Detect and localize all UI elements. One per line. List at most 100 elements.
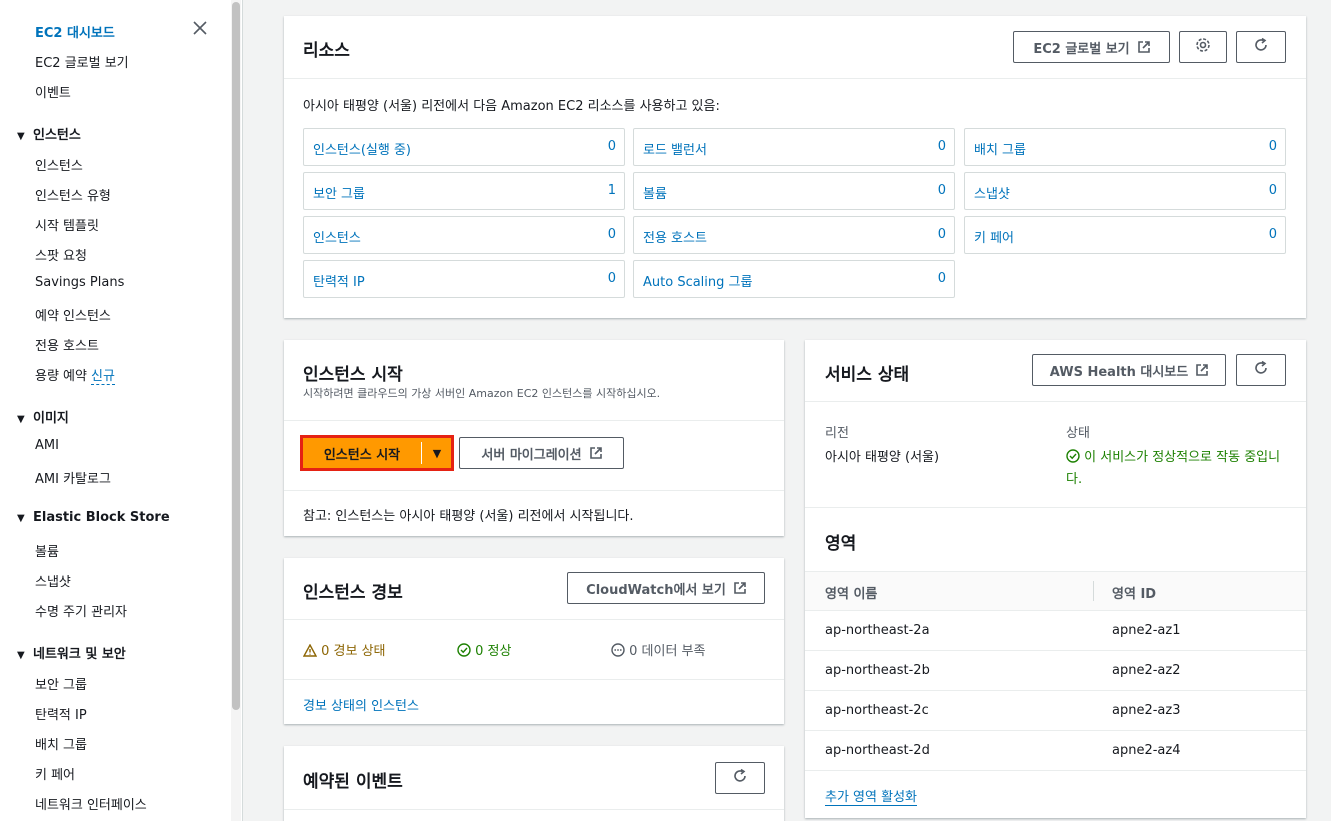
- external-link-icon: [1137, 41, 1150, 53]
- sidebar-item-savings-plans[interactable]: Savings Plans: [35, 275, 124, 290]
- sidebar-item-ami-catalog[interactable]: AMI 카탈로그: [35, 468, 111, 487]
- status-value-cont: 다.: [1066, 472, 1083, 487]
- launch-instance-subtitle: 시작하려면 클라우드의 가상 서버인 Amazon EC2 인스턴스를 시작하십…: [303, 387, 661, 400]
- caret-down-icon: ▼: [17, 650, 25, 661]
- sidebar-item-dedicated-hosts[interactable]: 전용 호스트: [35, 335, 99, 354]
- row-divider: [805, 770, 1306, 771]
- scheduled-events-title: 예약된 이벤트: [303, 772, 403, 792]
- refresh-health-button[interactable]: [1236, 354, 1286, 386]
- check-circle-icon: [1066, 449, 1080, 465]
- region-value: 아시아 태평양 (서울): [825, 450, 940, 465]
- resource-snapshots[interactable]: 스냅샷 0: [964, 172, 1286, 210]
- alarms-divider-bottom: [284, 679, 784, 680]
- resources-title: 리소스: [303, 41, 350, 61]
- instances-in-alarm-link[interactable]: 경보 상태의 인스턴스: [303, 695, 419, 714]
- service-health-title: 서비스 상태: [825, 365, 910, 385]
- refresh-resources-button[interactable]: [1236, 31, 1286, 63]
- alarm-state-count[interactable]: 0 경보 상태: [302, 640, 386, 659]
- launch-divider-bottom: [284, 490, 784, 491]
- sidebar-item-ec2-dashboard[interactable]: EC2 대시보드: [35, 22, 115, 41]
- resource-placement-groups[interactable]: 배치 그룹 0: [964, 128, 1286, 166]
- sidebar-item-events[interactable]: 이벤트: [35, 82, 71, 101]
- sidebar-group-ebs[interactable]: ▼ Elastic Block Store: [17, 510, 170, 525]
- sidebar-item-ami[interactable]: AMI: [35, 438, 59, 453]
- row-divider: [805, 730, 1306, 731]
- resource-security-groups[interactable]: 보안 그룹 1: [303, 172, 625, 210]
- sidebar-item-placement-groups[interactable]: 배치 그룹: [35, 734, 87, 753]
- aws-health-dashboard-button[interactable]: AWS Health 대시보드: [1032, 354, 1226, 386]
- sidebar-item-lifecycle-manager[interactable]: 수명 주기 관리자: [35, 601, 127, 620]
- check-circle-icon: [457, 643, 471, 659]
- zone-id-cell: apne2-az4: [1112, 743, 1181, 758]
- caret-down-icon: ▼: [17, 513, 25, 524]
- launch-button-separator: [421, 442, 422, 464]
- launch-instance-title: 인스턴스 시작: [303, 365, 403, 385]
- refresh-events-button[interactable]: [715, 762, 765, 794]
- zone-name-cell: ap-northeast-2d: [825, 743, 930, 758]
- sidebar-item-spot-requests[interactable]: 스팟 요청: [35, 245, 87, 264]
- sidebar-item-instance-types[interactable]: 인스턴스 유형: [35, 185, 111, 204]
- zone-name-header[interactable]: 영역 이름: [825, 583, 877, 602]
- refresh-icon: [732, 768, 748, 788]
- sidebar-group-network-security[interactable]: ▼ 네트워크 및 보안: [17, 643, 126, 662]
- sidebar-item-launch-templates[interactable]: 시작 템플릿: [35, 215, 99, 234]
- zones-divider-top: [805, 507, 1306, 508]
- resource-key-pairs[interactable]: 키 페어 0: [964, 216, 1286, 254]
- close-icon[interactable]: [190, 20, 210, 40]
- sidebar-item-volumes[interactable]: 볼륨: [35, 541, 59, 560]
- resources-divider: [284, 78, 1306, 79]
- column-divider: [1093, 581, 1094, 601]
- caret-down-icon: ▼: [432, 446, 442, 460]
- resource-elastic-ips[interactable]: 탄력적 IP 0: [303, 260, 625, 298]
- instance-alarms-title: 인스턴스 경보: [303, 583, 403, 603]
- server-migration-button[interactable]: 서버 마이그레이션: [459, 437, 624, 469]
- sidebar-scrollbar-thumb[interactable]: [232, 2, 240, 710]
- sidebar: EC2 대시보드 EC2 글로벌 보기 이벤트 ▼ 인스턴스 인스턴스 인스턴스 …: [0, 0, 243, 821]
- zone-id-header[interactable]: 영역 ID: [1112, 583, 1156, 602]
- insufficient-data-count[interactable]: 0 데이터 부족: [611, 640, 705, 659]
- zone-id-cell: apne2-az1: [1112, 623, 1181, 638]
- resource-load-balancers[interactable]: 로드 밸런서 0: [633, 128, 955, 166]
- sidebar-group-images[interactable]: ▼ 이미지: [17, 407, 69, 426]
- external-link-icon: [1196, 364, 1209, 376]
- region-label: 리전: [825, 426, 849, 441]
- sidebar-item-reserved-instances[interactable]: 예약 인스턴스: [35, 305, 111, 324]
- refresh-icon: [1253, 360, 1269, 380]
- resource-auto-scaling-groups[interactable]: Auto Scaling 그룹 0: [633, 260, 955, 298]
- external-link-icon: [734, 582, 746, 594]
- sidebar-item-snapshots[interactable]: 스냅샷: [35, 571, 71, 590]
- resource-instances[interactable]: 인스턴스 0: [303, 216, 625, 254]
- right-panel-edge: [1322, 0, 1331, 821]
- launch-instance-button[interactable]: 인스턴스 시작: [303, 438, 421, 468]
- launch-note: 참고: 인스턴스는 아시아 태평양 (서울) 리전에서 시작됩니다.: [303, 509, 634, 524]
- sidebar-group-instances[interactable]: ▼ 인스턴스: [17, 124, 81, 143]
- resource-volumes[interactable]: 볼륨 0: [633, 172, 955, 210]
- sidebar-item-instances[interactable]: 인스턴스: [35, 155, 83, 174]
- row-divider: [805, 650, 1306, 651]
- ec2-global-view-button[interactable]: EC2 글로벌 보기: [1013, 31, 1170, 63]
- ok-state-count[interactable]: 0 정상: [457, 640, 511, 659]
- new-badge: 신규: [90, 369, 115, 385]
- status-label: 상태: [1066, 426, 1090, 441]
- launch-dropdown-button[interactable]: ▼: [423, 438, 451, 468]
- warning-icon: [302, 643, 318, 659]
- sidebar-item-elastic-ips[interactable]: 탄력적 IP: [35, 704, 87, 723]
- enable-zones-link[interactable]: 추가 영역 활성화: [825, 786, 917, 806]
- sidebar-item-security-groups[interactable]: 보안 그룹: [35, 674, 87, 693]
- settings-button[interactable]: [1179, 31, 1227, 63]
- caret-down-icon: ▼: [17, 414, 25, 425]
- sidebar-item-ec2-global-view[interactable]: EC2 글로벌 보기: [35, 52, 129, 71]
- zone-id-cell: apne2-az3: [1112, 703, 1181, 718]
- alarms-divider-top: [284, 619, 784, 620]
- resource-running-instances[interactable]: 인스턴스(실행 중) 0: [303, 128, 625, 166]
- zones-table-header: [805, 571, 1306, 611]
- zone-name-cell: ap-northeast-2c: [825, 703, 929, 718]
- row-divider: [805, 690, 1306, 691]
- resource-dedicated-hosts[interactable]: 전용 호스트 0: [633, 216, 955, 254]
- refresh-icon: [1253, 37, 1269, 57]
- sidebar-item-network-interfaces[interactable]: 네트워크 인터페이스: [35, 794, 147, 813]
- sidebar-item-key-pairs[interactable]: 키 페어: [35, 764, 75, 783]
- cloudwatch-view-button[interactable]: CloudWatch에서 보기: [567, 572, 765, 604]
- zone-name-cell: ap-northeast-2a: [825, 623, 930, 638]
- sidebar-item-capacity-reservations[interactable]: 용량 예약 신규: [35, 365, 115, 385]
